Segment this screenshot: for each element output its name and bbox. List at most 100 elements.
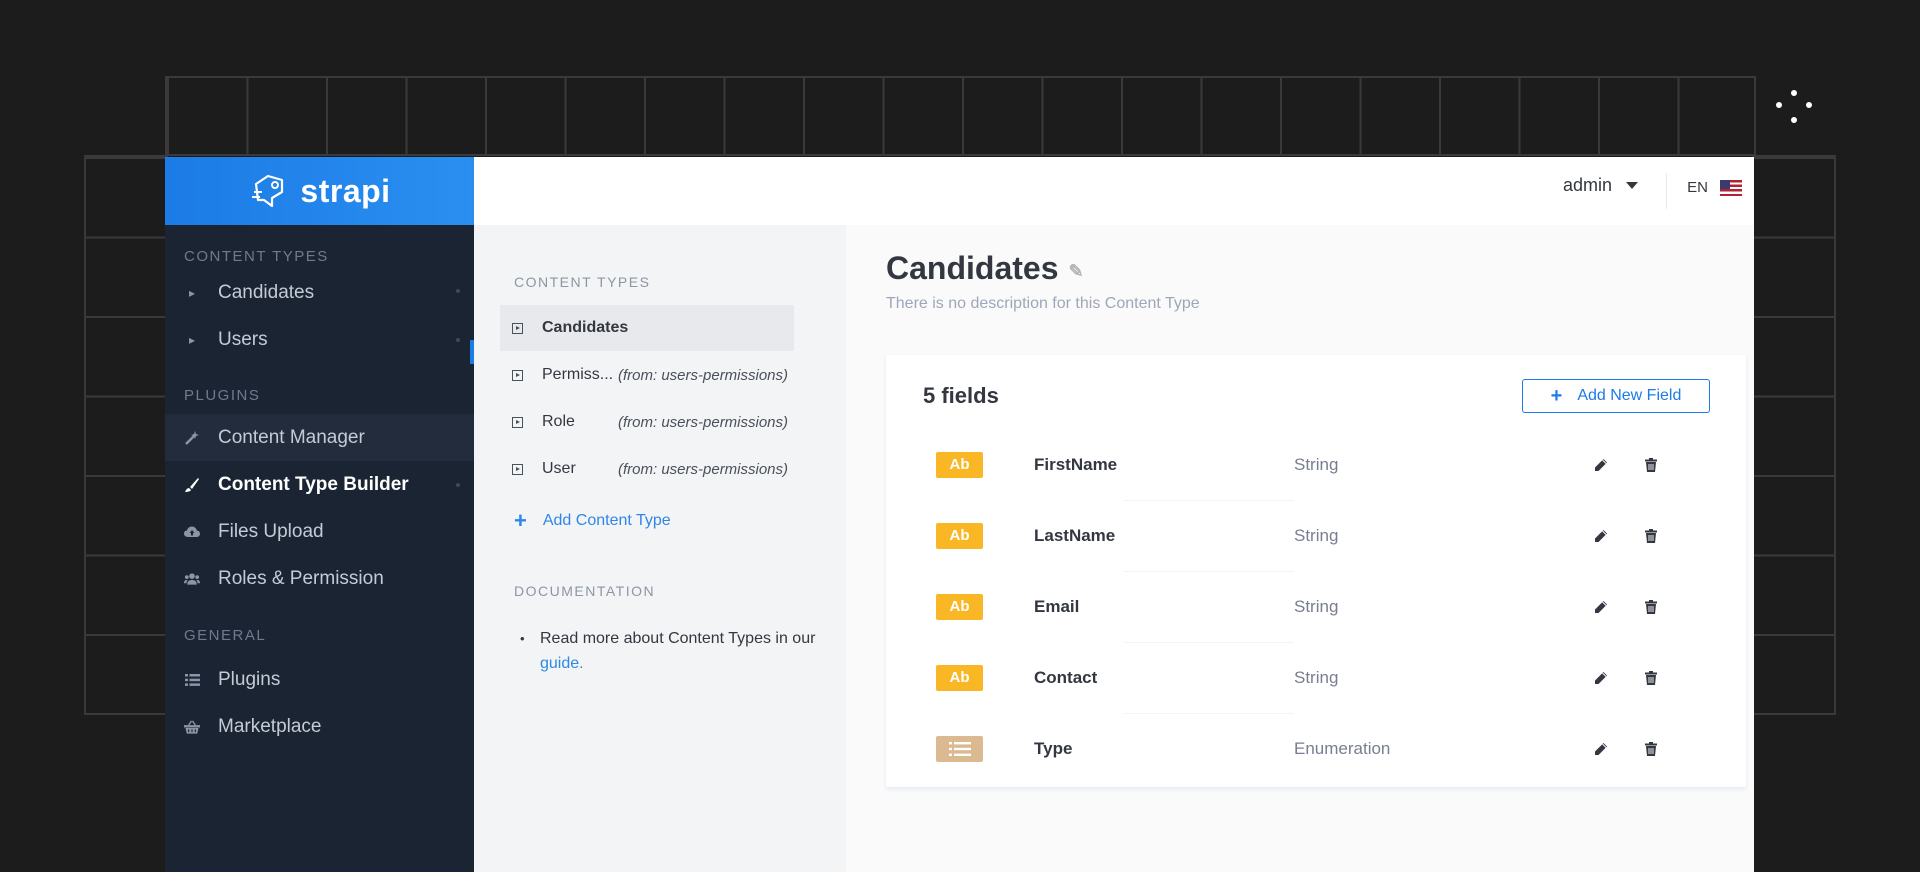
content-type-icon [512,416,523,428]
content-type-label: Candidates [542,319,629,336]
sidebar-section-general: GENERAL [184,627,267,644]
enumeration-type-badge [936,735,983,762]
sidebar-item-users[interactable]: ▸ Users [165,316,474,363]
field-name: Email [1034,596,1080,616]
logo[interactable]: strapi [165,157,474,225]
content-type-item-role[interactable]: Role (from: users-permissions) [500,399,794,445]
dots-logo-icon [1776,90,1812,126]
trash-icon[interactable] [1642,527,1660,545]
trash-icon[interactable] [1642,598,1660,616]
sidebar-item-label: Users [218,328,268,350]
field-name: LastName [1034,525,1116,545]
background-grid-right [1752,155,1836,715]
edit-pencil-icon[interactable] [1592,669,1610,687]
add-content-type-link[interactable]: + Add Content Type [514,508,671,534]
us-flag-icon [1720,179,1742,196]
sidebar-item-files-upload[interactable]: Files Upload [165,508,474,555]
content-type-item-user[interactable]: User (from: users-permissions) [500,446,794,492]
string-type-badge: Ab [936,451,983,478]
indicator-dot [456,289,460,293]
content-type-icon [512,369,523,381]
field-row: Ab LastName String [886,500,1746,571]
sidebar-item-label: Content Manager [218,426,365,448]
plus-icon: + [1550,384,1563,407]
page-title: Candidates ✎ [886,250,1084,287]
strapi-admin-app: strapi CONTENT TYPES ▸ Candidates ▸ User… [165,157,1754,872]
list-icon [184,672,200,688]
user-menu[interactable]: admin [1563,175,1638,196]
wand-icon [184,430,200,446]
sidebar-item-label: Marketplace [218,715,322,737]
content-types-pane: CONTENT TYPES Candidates Permiss... (fro… [474,225,846,872]
sidebar-item-plugins[interactable]: Plugins [165,656,474,703]
documentation-sentence: Read more about Content Types in our [540,630,816,647]
language-code: EN [1687,179,1708,196]
sidebar-item-roles-permission[interactable]: Roles & Permission [165,555,474,602]
trash-icon[interactable] [1642,740,1660,758]
field-type: String [1294,667,1339,687]
field-type: Enumeration [1294,738,1391,758]
paint-brush-icon [184,477,200,493]
trash-icon[interactable] [1642,456,1660,474]
documentation-text: Read more about Content Types in our gui… [520,626,850,676]
user-name: admin [1562,175,1612,195]
trash-icon[interactable] [1642,669,1660,687]
edit-pencil-icon[interactable] [1592,456,1610,474]
add-new-field-button[interactable]: + Add New Field [1522,379,1710,413]
content-types-heading: CONTENT TYPES [514,274,651,290]
language-selector[interactable]: EN [1687,179,1742,196]
add-new-field-label: Add New Field [1577,387,1682,404]
content-type-item-candidates[interactable]: Candidates [500,305,794,351]
indicator-dot [456,338,460,342]
field-name: Type [1034,738,1073,758]
header-divider [1666,173,1667,209]
edit-pencil-icon[interactable] [1592,740,1610,758]
field-name: FirstName [1034,454,1118,474]
field-type: String [1294,525,1339,545]
content-type-icon [512,463,523,475]
sidebar-item-label: Plugins [218,668,281,690]
sidebar-section-plugins: PLUGINS [184,387,261,404]
field-row: Type Enumeration [886,713,1746,784]
pencil-icon[interactable]: ✎ [1068,261,1083,282]
background-grid-top [165,76,1756,156]
caret-right-icon: ▸ [188,332,196,347]
cloud-upload-icon [184,524,200,540]
sidebar-item-marketplace[interactable]: Marketplace [165,703,474,750]
top-header: admin EN [474,157,1754,226]
sidebar-item-label: Files Upload [218,520,324,542]
shopping-basket-icon [184,719,200,735]
field-name: Contact [1034,667,1098,687]
plus-icon: + [514,508,527,533]
field-type: String [1294,454,1339,474]
sidebar-item-label: Roles & Permission [218,567,384,589]
content-type-description: There is no description for this Content… [886,295,1200,312]
field-row: Ab Contact String [886,642,1746,713]
content-type-label: Role [542,413,575,430]
content-type-detail: Candidates ✎ There is no description for… [846,225,1754,872]
indicator-dot [456,483,460,487]
caret-right-icon: ▸ [188,285,196,300]
content-type-item-permission[interactable]: Permiss... (from: users-permissions) [500,352,794,398]
sidebar: strapi CONTENT TYPES ▸ Candidates ▸ User… [165,157,474,872]
edit-pencil-icon[interactable] [1592,527,1610,545]
edit-pencil-icon[interactable] [1592,598,1610,616]
strapi-logo-icon [252,174,284,208]
content-type-icon [512,322,523,334]
users-icon [184,571,200,587]
logo-text: strapi [300,172,391,209]
field-row: Ab FirstName String [886,429,1746,500]
guide-link[interactable]: guide. [540,655,584,672]
content-type-origin: (from: users-permissions) [618,413,789,431]
sidebar-item-label: Content Type Builder [218,473,409,495]
string-type-badge: Ab [936,664,983,691]
sidebar-section-content-types: CONTENT TYPES [184,248,329,265]
sidebar-item-content-manager[interactable]: Content Manager [165,414,474,461]
field-type: String [1294,596,1339,616]
fields-count: 5 fields [923,383,999,408]
sidebar-item-candidates[interactable]: ▸ Candidates [165,269,474,316]
string-type-badge: Ab [936,522,983,549]
sidebar-item-label: Candidates [218,281,315,303]
sidebar-item-content-type-builder[interactable]: Content Type Builder [165,461,474,508]
fields-card: 5 fields + Add New Field Ab FirstName St… [886,355,1746,787]
